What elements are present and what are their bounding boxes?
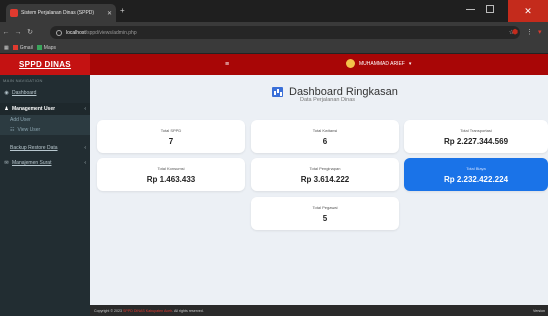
users-icon: ☷: [10, 127, 15, 133]
stat-card-total-konsumsi: Total Konsumsi Rp 1.463.433: [97, 158, 245, 191]
close-tab-icon[interactable]: ✕: [107, 10, 112, 17]
sidebar-toggle-icon[interactable]: ≡: [225, 61, 229, 68]
chevron-down-icon: ▾: [408, 60, 412, 67]
app-brand[interactable]: SPPD DINAS: [0, 54, 90, 75]
new-tab-icon[interactable]: +: [120, 7, 125, 15]
top-navbar: [90, 54, 548, 75]
tab-title: Sistem Perjalanan Dinas (SPPD): [21, 10, 95, 16]
maximize-icon[interactable]: [486, 5, 494, 13]
avatar: [346, 59, 355, 68]
bookmark-maps[interactable]: Maps: [36, 45, 56, 51]
footer: Copyright © 2023 SPPD DINAS Kabupaten Ac…: [90, 305, 548, 316]
sidebar-item-management-user[interactable]: ♟ Management User ‹: [0, 103, 90, 115]
chevron-left-icon: ‹: [84, 145, 86, 151]
page-subtitle: Data Perjalanan Dinas: [300, 97, 356, 103]
sidebar-item-manajemen-surat[interactable]: ✉ Manajemen Surat ‹: [0, 157, 90, 169]
chart-icon: [272, 87, 283, 97]
bookmarks-bar: ▦ Gmail Maps: [0, 42, 548, 54]
user-menu[interactable]: MUHAMMAD ARIEF ▾: [346, 59, 411, 68]
sidebar-header: MAIN NAVIGATION: [3, 78, 43, 83]
chevron-left-icon: ‹: [84, 160, 86, 166]
stat-card-total-pegawai: Total Pegawai 5: [251, 197, 399, 230]
footer-version: Version: [533, 308, 545, 313]
address-bar[interactable]: localhost/sppd/views/admin.php ☆: [50, 26, 520, 39]
back-icon[interactable]: ←: [0, 29, 12, 36]
chevron-left-icon: ‹: [84, 106, 86, 112]
apps-icon[interactable]: ▦: [4, 45, 9, 51]
maps-icon: [36, 45, 42, 50]
user-icon: ♟: [4, 106, 9, 112]
minimize-icon[interactable]: [466, 9, 475, 10]
mail-icon: ✉: [4, 160, 9, 166]
browser-tab[interactable]: Sistem Perjalanan Dinas (SPPD) ✕: [6, 4, 116, 22]
forward-icon[interactable]: →: [12, 29, 24, 36]
reload-icon[interactable]: ↻: [24, 28, 36, 36]
url-text: localhost/sppd/views/admin.php: [66, 29, 137, 36]
site-info-icon[interactable]: [56, 29, 62, 36]
favicon-icon: [10, 9, 18, 17]
window-close-button[interactable]: ✕: [508, 0, 548, 22]
bookmark-gmail[interactable]: Gmail: [12, 45, 33, 51]
user-name: MUHAMMAD ARIEF: [359, 60, 405, 67]
sidebar-subitem-view-user[interactable]: ☷ View User: [0, 125, 90, 135]
stat-card-total-penginapan: Total Penginapan Rp 3.614.222: [251, 158, 399, 191]
sidebar-item-dashboard[interactable]: ◉ Dashboard: [0, 87, 90, 99]
dashboard-icon: ◉: [4, 90, 9, 96]
sidebar-item-backup-restore[interactable]: Backup Restore Data ‹: [0, 142, 90, 154]
extension-icon[interactable]: ⬢: [512, 28, 518, 36]
stat-card-total-transportasi: Total Transportasi Rp 2.227.344.569: [404, 120, 548, 153]
gmail-icon: [12, 45, 18, 50]
stat-card-total-kwitansi: Total Kwitansi 6: [251, 120, 399, 153]
stat-card-total-sppd: Total SPPD 7: [97, 120, 245, 153]
sidebar-subitem-add-user[interactable]: Add User: [0, 115, 90, 125]
stat-card-total-biaya: Total Biaya Rp 2.232.422.224: [404, 158, 548, 191]
menu-icon[interactable]: ▾: [538, 28, 542, 36]
footer-org-link[interactable]: SPPD DINAS Kabupaten Aceh: [123, 309, 172, 313]
profile-icon[interactable]: ⋮: [526, 28, 533, 36]
